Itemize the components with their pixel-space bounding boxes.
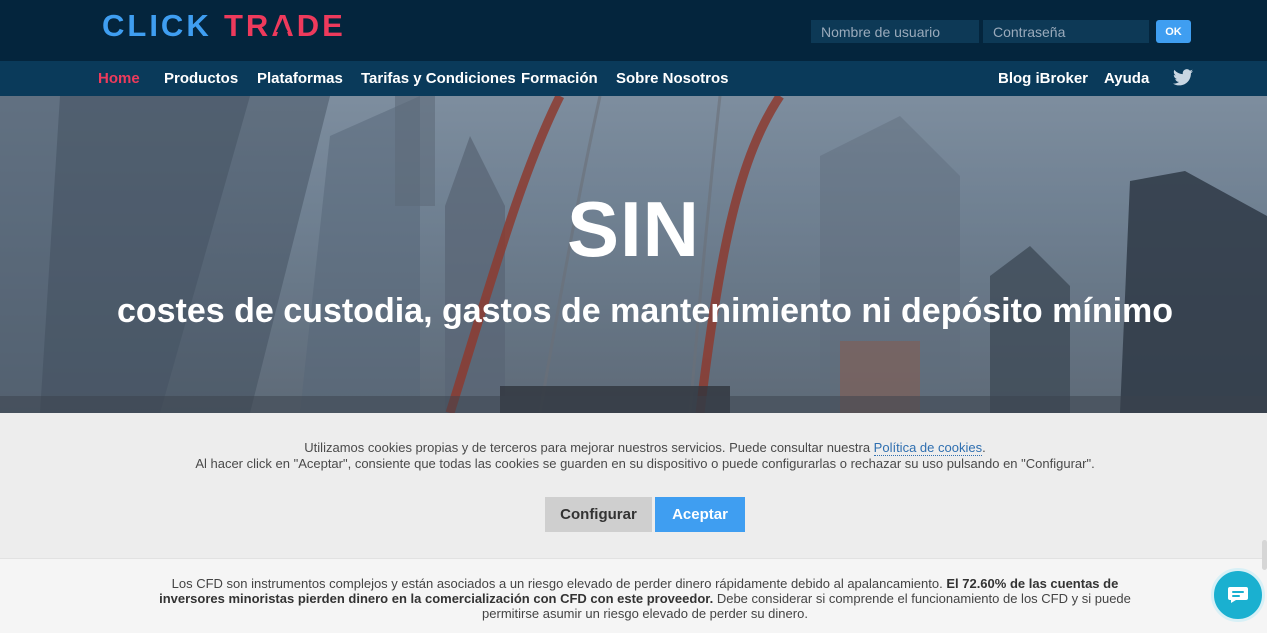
cookie-message: Utilizamos cookies propias y de terceros… [0, 440, 1267, 472]
configure-cookies-button[interactable]: Configurar [545, 497, 652, 532]
password-input[interactable] [983, 20, 1149, 43]
main-nav: Home Productos Plataformas Tarifas y Con… [0, 61, 1267, 96]
cookie-line2-text: Al hacer click en "Aceptar", consiente q… [195, 456, 1095, 471]
nav-item-plataformas[interactable]: Plataformas [257, 70, 343, 87]
risk-warning-text: Los CFD son instrumentos complejos y est… [145, 576, 1145, 621]
cookie-policy-link[interactable]: Política de cookies [873, 440, 983, 456]
hero-banner: SIN costes de custodia, gastos de manten… [0, 96, 1267, 413]
login-ok-button[interactable]: OK [1156, 20, 1191, 43]
twitter-icon[interactable] [1173, 69, 1193, 86]
nav-item-productos[interactable]: Productos [164, 70, 238, 87]
top-bar: CLICK TRADE OK [0, 0, 1267, 61]
cookie-banner: Utilizamos cookies propias y de terceros… [0, 413, 1267, 558]
cookie-line1-text: Utilizamos cookies propias y de terceros… [304, 440, 874, 455]
hero-title: SIN [566, 185, 701, 273]
nav-item-ayuda[interactable]: Ayuda [1104, 70, 1149, 87]
chat-icon [1228, 587, 1248, 603]
nav-item-blog[interactable]: Blog iBroker [998, 70, 1088, 87]
risk-text-part1: Los CFD son instrumentos complejos y est… [171, 576, 947, 591]
hero-subtitle: costes de custodia, gastos de mantenimie… [116, 292, 1174, 330]
clicktrade-logo[interactable]: CLICK TRADE [102, 10, 342, 42]
nav-item-home[interactable]: Home [98, 70, 140, 87]
chat-widget-button[interactable] [1211, 568, 1265, 622]
logo-mark: CLICK TRADE [102, 10, 342, 42]
risk-warning: Los CFD son instrumentos complejos y est… [0, 558, 1267, 633]
login-form: OK [811, 20, 1191, 43]
nav-item-formacion[interactable]: Formación [521, 70, 598, 87]
username-input[interactable] [811, 20, 979, 43]
nav-item-sobre-nosotros[interactable]: Sobre Nosotros [616, 70, 729, 87]
svg-text:CLICK: CLICK [102, 10, 212, 42]
accept-cookies-button[interactable]: Aceptar [655, 497, 745, 532]
nav-item-tarifas[interactable]: Tarifas y Condiciones [361, 70, 516, 87]
cookie-line1-end: . [982, 440, 986, 455]
scrollbar-thumb[interactable] [1262, 540, 1267, 570]
